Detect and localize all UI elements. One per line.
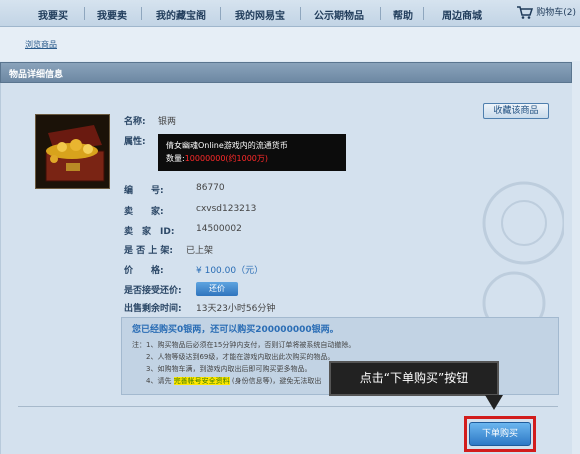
price-label: 价 格: bbox=[124, 266, 164, 276]
listed-label: 是 否 上 架: bbox=[124, 246, 173, 256]
nav-sell[interactable]: 我要卖 bbox=[97, 7, 127, 22]
instruction-callout: 点击“下单购买”按钮 bbox=[329, 361, 499, 396]
counteroffer-button[interactable]: 还价 bbox=[196, 282, 238, 296]
quantity-label: 数量: bbox=[166, 154, 185, 163]
attribute-label: 属性: bbox=[124, 137, 146, 147]
item-id: 86770 bbox=[196, 183, 225, 193]
time-remaining: 13天23小时56分钟 bbox=[196, 304, 276, 314]
cart-label: 购物车 bbox=[536, 8, 564, 18]
breadcrumb-bar: 浏览商品 bbox=[0, 27, 580, 61]
nav-my-treasure[interactable]: 我的藏宝阁 bbox=[156, 7, 206, 22]
seller-id-label: 卖 家 ID: bbox=[124, 227, 175, 237]
notice-item: 注：1、购买物品后必须在15分钟内支付，否则订单将被系统自动撤除。 bbox=[132, 341, 356, 349]
purchase-limit-text: 您已经购买0银两，还可以购买200000000银两。 bbox=[132, 325, 339, 335]
seller-id: 14500002 bbox=[196, 224, 242, 234]
cart-link[interactable]: 购物车(2) bbox=[516, 5, 576, 19]
nav-divider bbox=[423, 7, 424, 20]
callout-pointer bbox=[485, 395, 503, 410]
cart-icon bbox=[516, 6, 534, 19]
security-info-link[interactable]: 完善帐号安全资料 bbox=[173, 377, 230, 385]
nav-divider bbox=[84, 7, 85, 20]
treasure-chest-icon bbox=[36, 115, 109, 188]
item-image bbox=[35, 114, 110, 189]
panel-title: 物品详细信息 bbox=[9, 70, 64, 80]
nav-buy[interactable]: 我要买 bbox=[38, 7, 68, 22]
nav-shop[interactable]: 周边商城 bbox=[442, 7, 482, 22]
place-order-button[interactable]: 下单购买 bbox=[469, 422, 531, 446]
seller-label: 卖 家: bbox=[124, 207, 164, 217]
nav-my-netease-pay[interactable]: 我的网易宝 bbox=[235, 7, 285, 22]
listed-status: 已上架 bbox=[186, 246, 214, 256]
nav-public-items[interactable]: 公示期物品 bbox=[314, 7, 364, 22]
attribute-description: 倩女幽魂Online游戏内的流通货币 bbox=[166, 141, 288, 150]
seller-name: cxvsd123213 bbox=[196, 204, 257, 214]
divider bbox=[18, 406, 558, 407]
quantity-value: 10000000(约1000万) bbox=[184, 154, 269, 163]
favorite-button[interactable]: 收藏该商品 bbox=[483, 103, 549, 119]
nav-help[interactable]: 帮助 bbox=[393, 7, 413, 22]
decorative-pattern-icon bbox=[482, 181, 564, 335]
item-name: 银两 bbox=[158, 117, 177, 127]
nav-divider bbox=[141, 7, 142, 20]
top-nav: 我要买 我要卖 我的藏宝阁 我的网易宝 公示期物品 帮助 周边商城 购物车(2) bbox=[0, 0, 580, 27]
counteroffer-label: 是否接受还价: bbox=[124, 286, 182, 296]
name-label: 名称: bbox=[124, 117, 146, 127]
attribute-box: 倩女幽魂Online游戏内的流通货币 数量:10000000(约1000万) bbox=[158, 134, 346, 171]
time-remaining-label: 出售剩余时间: bbox=[124, 304, 182, 314]
nav-divider bbox=[300, 7, 301, 20]
cart-count: (2) bbox=[563, 8, 576, 18]
nav-divider bbox=[220, 7, 221, 20]
attribute-quantity-row: 数量:10000000(约1000万) bbox=[166, 152, 338, 165]
breadcrumb-browse[interactable]: 浏览商品 bbox=[25, 39, 57, 50]
nav-divider bbox=[380, 7, 381, 20]
price-value: ¥ 100.00（元） bbox=[196, 266, 264, 276]
panel-header: 物品详细信息 bbox=[0, 62, 572, 83]
item-id-label: 编 号: bbox=[124, 186, 164, 196]
